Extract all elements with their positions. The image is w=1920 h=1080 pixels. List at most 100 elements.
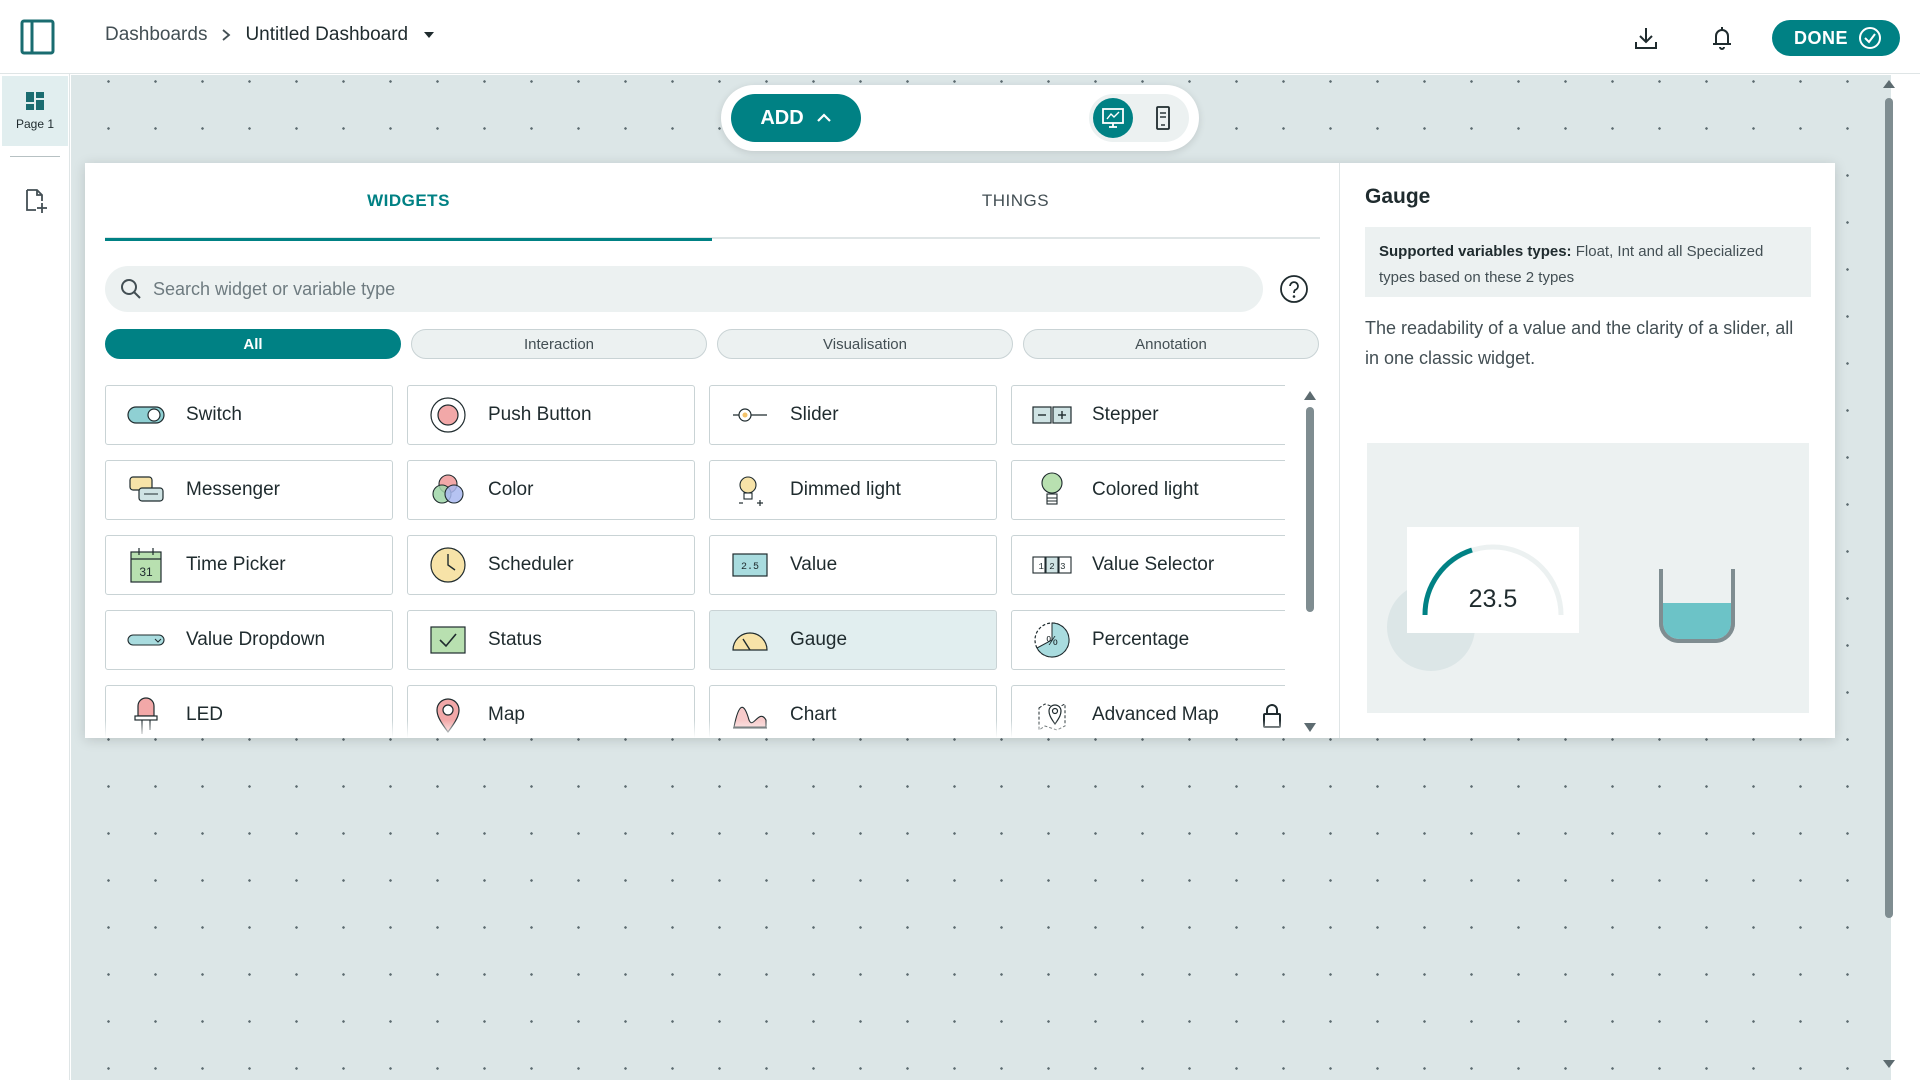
push-button-icon xyxy=(428,395,468,435)
percentage-symbol: % xyxy=(1046,633,1058,648)
done-label: DONE xyxy=(1793,27,1848,48)
widget-card-push-button[interactable]: Push Button xyxy=(407,385,695,445)
detail-title: Gauge xyxy=(1365,185,1431,208)
preview-gauge-arc xyxy=(1422,544,1564,616)
widget-card-value-dropdown[interactable]: Value Dropdown xyxy=(105,610,393,670)
widget-detail-pane: Gauge Supported variables types: Float, … xyxy=(1339,163,1835,738)
widget-label: Value xyxy=(790,554,838,575)
widget-card-stepper[interactable]: Stepper xyxy=(1011,385,1285,445)
widget-label: Value Selector xyxy=(1092,554,1215,575)
preview-gauge-card: 23.5 xyxy=(1407,527,1579,633)
breadcrumb-dashboards-link[interactable]: Dashboards xyxy=(105,24,207,46)
tab-widgets[interactable]: WIDGETS xyxy=(105,163,712,241)
slider-icon xyxy=(730,395,770,435)
dashboard-name[interactable]: Untitled Dashboard xyxy=(245,24,408,46)
widget-grid: Switch Push Button Slider Stepper Messen… xyxy=(105,385,1285,738)
page-tab-1[interactable]: Page 1 xyxy=(2,76,68,146)
grid-fade xyxy=(105,720,1285,738)
value-selector-icon: 1 2 3 xyxy=(1032,545,1072,585)
widget-card-gauge[interactable]: Gauge xyxy=(709,610,997,670)
widget-label: Value Dropdown xyxy=(186,629,326,650)
widget-card-status[interactable]: Status xyxy=(407,610,695,670)
time-picker-day: 31 xyxy=(139,565,153,579)
supported-types-label: Supported variables types: xyxy=(1379,243,1572,260)
widget-grid-scrollbar[interactable] xyxy=(1303,387,1317,732)
filter-annotation[interactable]: Annotation xyxy=(1023,329,1319,359)
scheduler-icon xyxy=(428,545,468,585)
mobile-icon xyxy=(1156,106,1170,130)
widget-label: Dimmed light xyxy=(790,479,901,500)
widget-label: Messenger xyxy=(186,479,280,500)
chevron-up-icon xyxy=(816,113,831,122)
search-input[interactable] xyxy=(153,278,1153,300)
filter-all[interactable]: All xyxy=(105,329,401,359)
scrollbar-thumb[interactable] xyxy=(1885,98,1893,918)
notifications-button[interactable] xyxy=(1702,18,1742,58)
widget-label: Gauge xyxy=(790,629,848,650)
grid-scroll-down-arrow[interactable] xyxy=(1304,723,1316,732)
widget-card-value-selector[interactable]: 1 2 3 Value Selector xyxy=(1011,535,1285,595)
switch-icon xyxy=(126,395,166,435)
sidebar-toggle-icon[interactable] xyxy=(20,19,55,55)
value-selector-sample: 1 2 3 xyxy=(1038,562,1065,572)
widget-card-slider[interactable]: Slider xyxy=(709,385,997,445)
filter-visualisation[interactable]: Visualisation xyxy=(717,329,1013,359)
widget-label: Slider xyxy=(790,404,839,425)
widget-card-scheduler[interactable]: Scheduler xyxy=(407,535,695,595)
panel-tabs: WIDGETS THINGS xyxy=(105,163,1320,241)
top-actions: DONE xyxy=(1626,18,1900,58)
filter-interaction[interactable]: Interaction xyxy=(411,329,707,359)
grid-scrollbar-thumb[interactable] xyxy=(1306,407,1314,612)
help-icon[interactable] xyxy=(1279,274,1309,304)
add-page-icon[interactable] xyxy=(24,188,48,214)
value-icon: 2.5 xyxy=(730,545,770,585)
filter-chips: All Interaction Visualisation Annotation xyxy=(105,329,1320,359)
scroll-down-arrow[interactable] xyxy=(1883,1060,1895,1068)
widget-label: Push Button xyxy=(488,404,592,425)
breadcrumb: Dashboards Untitled Dashboard xyxy=(105,24,436,46)
widget-label: Switch xyxy=(186,404,242,425)
desktop-view-button[interactable] xyxy=(1093,98,1133,138)
bell-icon xyxy=(1712,27,1731,50)
widget-label: Color xyxy=(488,479,534,500)
download-icon xyxy=(1634,28,1657,49)
dashboard-grid-icon xyxy=(26,92,44,110)
add-toolbar: ADD xyxy=(721,85,1199,151)
color-icon xyxy=(428,470,468,510)
caret-down-icon[interactable] xyxy=(422,28,436,42)
widget-card-colored-light[interactable]: Colored light xyxy=(1011,460,1285,520)
stepper-icon xyxy=(1032,395,1072,435)
preview-gauge-value: 23.5 xyxy=(1468,585,1518,613)
widget-card-switch[interactable]: Switch xyxy=(105,385,393,445)
time-picker-icon: 31 xyxy=(126,545,166,585)
mobile-view-button[interactable] xyxy=(1143,98,1183,138)
view-toggle xyxy=(1089,94,1189,142)
download-button[interactable] xyxy=(1626,18,1666,58)
widget-label: Stepper xyxy=(1092,404,1159,425)
grid-scroll-up-arrow[interactable] xyxy=(1304,391,1316,400)
widget-label: Time Picker xyxy=(186,554,286,575)
gauge-icon xyxy=(730,620,770,660)
add-widget-button[interactable]: ADD xyxy=(731,94,861,142)
canvas-scrollbar[interactable] xyxy=(1883,80,1895,1080)
percentage-icon: % xyxy=(1032,620,1072,660)
widget-label: Percentage xyxy=(1092,629,1190,650)
check-circle-icon xyxy=(1859,27,1881,49)
widget-label: Colored light xyxy=(1092,479,1199,500)
widget-card-messenger[interactable]: Messenger xyxy=(105,460,393,520)
widget-card-percentage[interactable]: % Percentage xyxy=(1011,610,1285,670)
widget-card-value[interactable]: 2.5 Value xyxy=(709,535,997,595)
widget-panel: WIDGETS THINGS All Interaction Visualisa… xyxy=(85,163,1835,738)
widget-label: Status xyxy=(488,629,542,650)
widget-preview: 23.5 xyxy=(1367,443,1809,713)
dimmed-light-icon xyxy=(730,470,770,510)
detail-description: The readability of a value and the clari… xyxy=(1365,318,1794,368)
tab-things[interactable]: THINGS xyxy=(712,163,1319,239)
widget-card-color[interactable]: Color xyxy=(407,460,695,520)
scroll-up-arrow[interactable] xyxy=(1883,80,1895,88)
widget-card-dimmed-light[interactable]: Dimmed light xyxy=(709,460,997,520)
add-label: ADD xyxy=(760,106,804,129)
search-bar xyxy=(105,266,1263,312)
done-button[interactable]: DONE xyxy=(1771,20,1900,56)
widget-card-time-picker[interactable]: 31 Time Picker xyxy=(105,535,393,595)
